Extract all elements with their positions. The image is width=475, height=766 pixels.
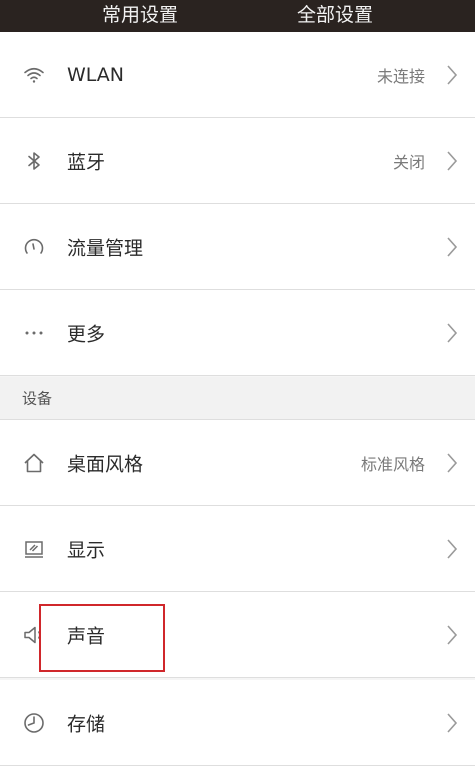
wifi-icon [22, 63, 46, 87]
settings-row-sound[interactable]: 声音 [0, 592, 475, 678]
storage-label: 存储 [67, 713, 106, 735]
desktop-style-value: 标准风格 [360, 454, 425, 474]
settings-row-display[interactable]: 显示 [0, 506, 475, 592]
bluetooth-label: 蓝牙 [67, 151, 106, 173]
chevron-right-icon [445, 452, 459, 474]
wlan-label: WLAN [67, 63, 125, 86]
settings-row-more[interactable]: 更多 [0, 290, 475, 376]
bluetooth-icon [22, 149, 46, 173]
desktop-style-label: 桌面风格 [67, 453, 144, 475]
chevron-right-icon [445, 322, 459, 344]
chevron-right-icon [445, 712, 459, 734]
sound-label: 声音 [67, 625, 106, 647]
wlan-status: 未连接 [376, 66, 425, 86]
speaker-icon [22, 623, 46, 647]
bluetooth-status: 关闭 [392, 152, 425, 172]
settings-row-bluetooth[interactable]: 蓝牙 关闭 [0, 118, 475, 204]
display-icon [22, 537, 46, 561]
settings-row-data-usage[interactable]: 流量管理 [0, 204, 475, 290]
chevron-right-icon [445, 64, 459, 86]
more-dots-icon [22, 321, 46, 345]
settings-row-desktop-style[interactable]: 桌面风格 标准风格 [0, 420, 475, 506]
tab-all-settings-label: 全部设置 [296, 4, 373, 26]
chevron-right-icon [445, 538, 459, 560]
settings-row-storage[interactable]: 存储 [0, 680, 475, 766]
home-icon [22, 451, 46, 475]
more-label: 更多 [67, 323, 106, 345]
display-label: 显示 [67, 539, 106, 561]
section-title: 设备 [22, 389, 53, 408]
settings-row-wlan[interactable]: WLAN 未连接 [0, 32, 475, 118]
chevron-right-icon [445, 150, 459, 172]
chevron-right-icon [445, 236, 459, 258]
data-usage-label: 流量管理 [67, 237, 144, 259]
section-header-device: 设备 [0, 377, 475, 420]
storage-icon [22, 711, 46, 735]
gauge-icon [22, 235, 46, 259]
chevron-right-icon [445, 624, 459, 646]
